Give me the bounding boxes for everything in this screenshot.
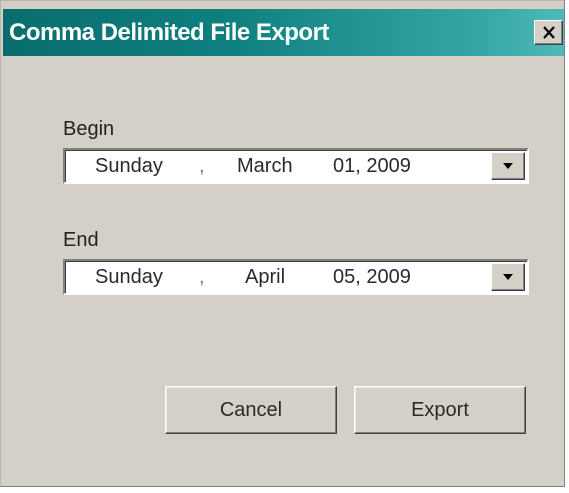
chevron-down-icon bbox=[503, 273, 513, 280]
end-dropdown-button[interactable] bbox=[491, 263, 525, 291]
export-dialog: Comma Delimited File Export Begin Sunday… bbox=[0, 0, 565, 487]
begin-separator: , bbox=[199, 155, 205, 177]
begin-label: Begin bbox=[63, 118, 115, 140]
title-bar[interactable]: Comma Delimited File Export bbox=[3, 9, 564, 56]
begin-month[interactable]: March bbox=[237, 150, 293, 182]
end-separator: , bbox=[199, 266, 205, 288]
close-button[interactable] bbox=[534, 20, 563, 45]
begin-weekday[interactable]: Sunday bbox=[95, 150, 163, 182]
end-date-picker[interactable]: Sunday , April 05, 2009 bbox=[63, 259, 529, 295]
begin-date-picker[interactable]: Sunday , March 01, 2009 bbox=[63, 148, 529, 184]
begin-day-year[interactable]: 01, 2009 bbox=[333, 150, 411, 182]
export-button[interactable]: Export bbox=[354, 386, 526, 434]
cancel-button[interactable]: Cancel bbox=[165, 386, 337, 434]
window-title: Comma Delimited File Export bbox=[9, 19, 329, 46]
end-month[interactable]: April bbox=[245, 261, 285, 293]
end-label: End bbox=[63, 229, 99, 251]
end-day-year[interactable]: 05, 2009 bbox=[333, 261, 411, 293]
close-icon bbox=[542, 26, 555, 39]
chevron-down-icon bbox=[503, 162, 513, 169]
end-weekday[interactable]: Sunday bbox=[95, 261, 163, 293]
begin-dropdown-button[interactable] bbox=[491, 152, 525, 180]
